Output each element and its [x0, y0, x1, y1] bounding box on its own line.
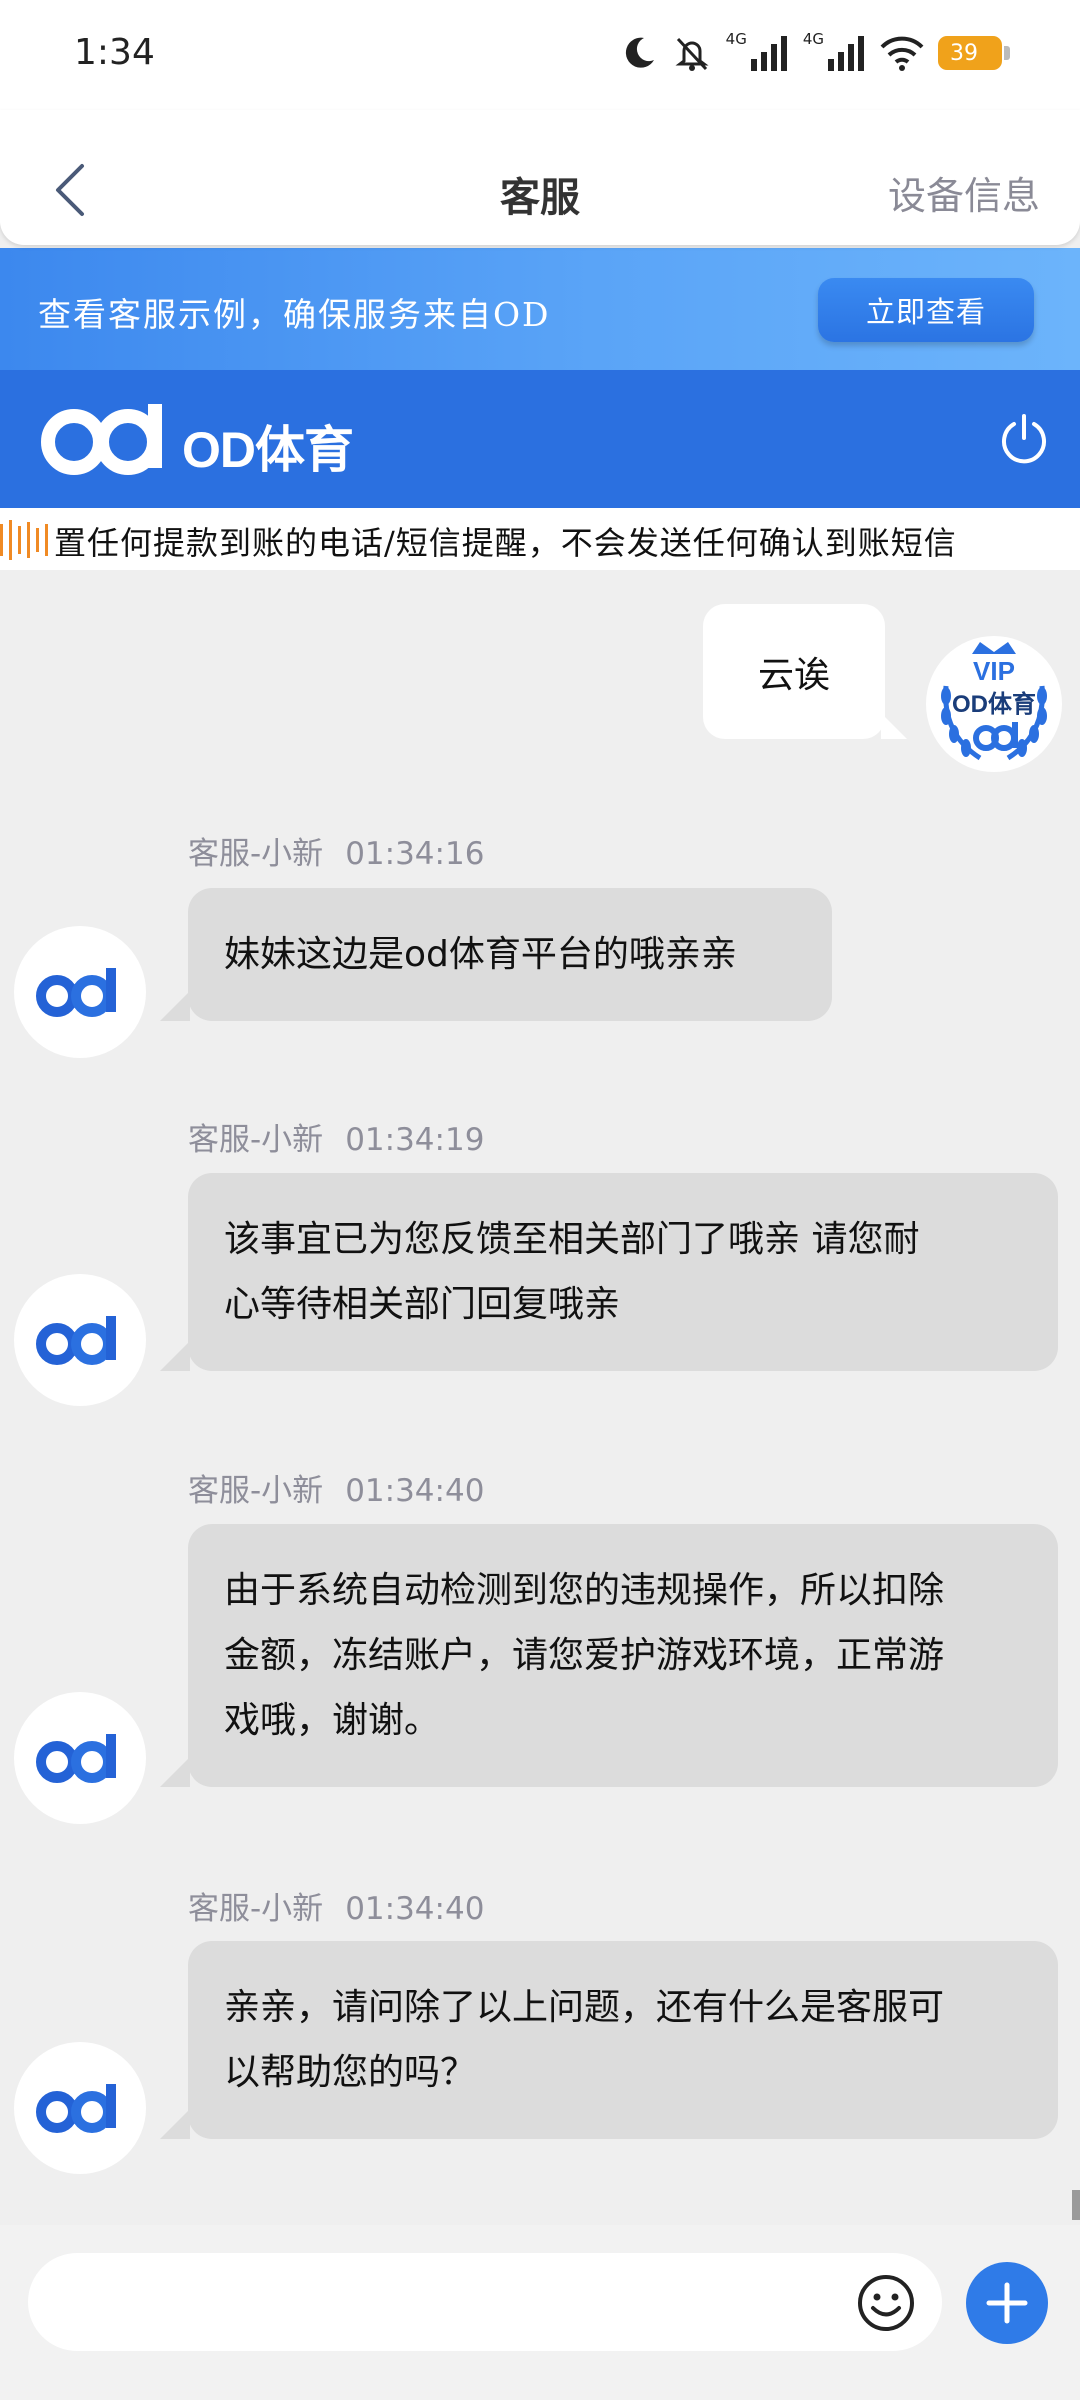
vip-avatar: VIP OD体育: [926, 636, 1062, 772]
message-line: 戏哦，谢谢。: [224, 1700, 441, 1741]
agent-avatar: [14, 2042, 146, 2174]
marquee-text: 置任何提款到账的电话/短信提醒，不会发送任何确认到账短信: [54, 524, 957, 562]
brand-name: OD体育: [182, 422, 354, 478]
mute-bell-icon: [675, 37, 709, 71]
agent-name: 客服-小新: [188, 1891, 324, 1927]
od-logo-icon: [36, 1734, 116, 1783]
od-logo-icon: [41, 404, 162, 475]
message-meta: 客服-小新 01:34:19: [188, 1114, 484, 1159]
battery-level: 39: [950, 40, 978, 66]
battery-indicator: 39: [938, 36, 1010, 70]
message-meta: 客服-小新 01:34:16: [188, 828, 484, 873]
agent-message-bubble: 由于系统自动检测到您的违规操作，所以扣除 金额，冻结账户，请您爱护游戏环境，正常…: [160, 1524, 1058, 1787]
vip-badge-text: VIP: [973, 656, 1015, 686]
chat-area[interactable]: 云诶 VIP OD体育 客服-小新 01:34:16 妹妹这边是od体育平台的哦亲…: [0, 570, 1080, 2225]
view-now-button[interactable]: 立即查看: [818, 278, 1034, 342]
message-line: 该事宜已为您反馈至相关部门了哦亲 请您耐: [224, 1219, 920, 1260]
agent-name: 客服-小新: [188, 1122, 324, 1158]
agent-avatar: [14, 1274, 146, 1406]
sound-wave-icon: [0, 520, 48, 560]
status-icons: 4G 4G 39: [620, 28, 1010, 78]
signal-icon: [750, 36, 787, 71]
moon-icon: [625, 37, 654, 68]
app-header: 客服 设备信息: [0, 110, 1080, 245]
scroll-indicator[interactable]: [1072, 2190, 1080, 2220]
message-line: 金额，冻结账户，请您爱护游戏环境，正常游: [224, 1635, 945, 1676]
agent-name: 客服-小新: [188, 1473, 324, 1509]
notice-banner: 查看客服示例，确保服务来自OD 立即查看: [0, 248, 1080, 370]
agent-avatar: [14, 926, 146, 1058]
message-time: 01:34:40: [345, 1473, 485, 1509]
brand-bar: OD体育: [0, 370, 1080, 508]
user-message-bubble: 云诶: [703, 604, 907, 739]
message-time: 01:34:40: [345, 1891, 485, 1927]
emoji-icon[interactable]: [856, 2273, 916, 2333]
network-type-label: 4G: [725, 30, 747, 48]
agent-message-bubble: 妹妹这边是od体育平台的哦亲亲: [160, 888, 832, 1021]
od-logo-icon: [36, 968, 116, 1017]
message-meta: 客服-小新 01:34:40: [188, 1883, 484, 1928]
message-line: 以帮助您的吗？: [224, 2052, 477, 2093]
agent-avatar: [14, 1692, 146, 1824]
agent-name: 客服-小新: [188, 836, 324, 872]
wifi-icon: [880, 36, 924, 71]
vip-brand-text: OD体育: [952, 690, 1036, 718]
message-line: 心等待相关部门回复哦亲: [224, 1284, 621, 1325]
user-message-text: 云诶: [757, 654, 830, 696]
network-type-label-2: 4G: [802, 30, 824, 48]
signal-icon-2: [828, 36, 864, 71]
plus-icon: [986, 2282, 1028, 2324]
notice-text: 查看客服示例，确保服务来自OD: [38, 295, 551, 334]
add-attachment-button[interactable]: [966, 2262, 1048, 2344]
od-logo-icon: [36, 2084, 116, 2133]
od-logo-icon: [36, 1316, 116, 1365]
agent-message-bubble: 该事宜已为您反馈至相关部门了哦亲 请您耐 心等待相关部门回复哦亲: [160, 1173, 1058, 1371]
message-time: 01:34:19: [345, 1122, 485, 1158]
message-line: 由于系统自动检测到您的违规操作，所以扣除: [224, 1570, 945, 1611]
announcement-marquee: 置任何提款到账的电话/短信提醒，不会发送任何确认到账短信: [0, 508, 1080, 570]
message-input[interactable]: [28, 2253, 942, 2351]
agent-message-bubble: 亲亲，请问除了以上问题，还有什么是客服可 以帮助您的吗？: [160, 1941, 1058, 2139]
message-time: 01:34:16: [345, 836, 485, 872]
message-meta: 客服-小新 01:34:40: [188, 1465, 484, 1510]
input-bar: [0, 2225, 1080, 2400]
message-line: 亲亲，请问除了以上问题，还有什么是客服可: [224, 1987, 945, 2028]
status-bar: 1:34 4G 4G 39: [0, 0, 1080, 110]
message-line: 妹妹这边是od体育平台的哦亲亲: [224, 934, 737, 975]
device-info-link[interactable]: 设备信息: [888, 165, 1040, 220]
power-icon[interactable]: [998, 412, 1050, 464]
status-time: 1:34: [74, 32, 155, 73]
